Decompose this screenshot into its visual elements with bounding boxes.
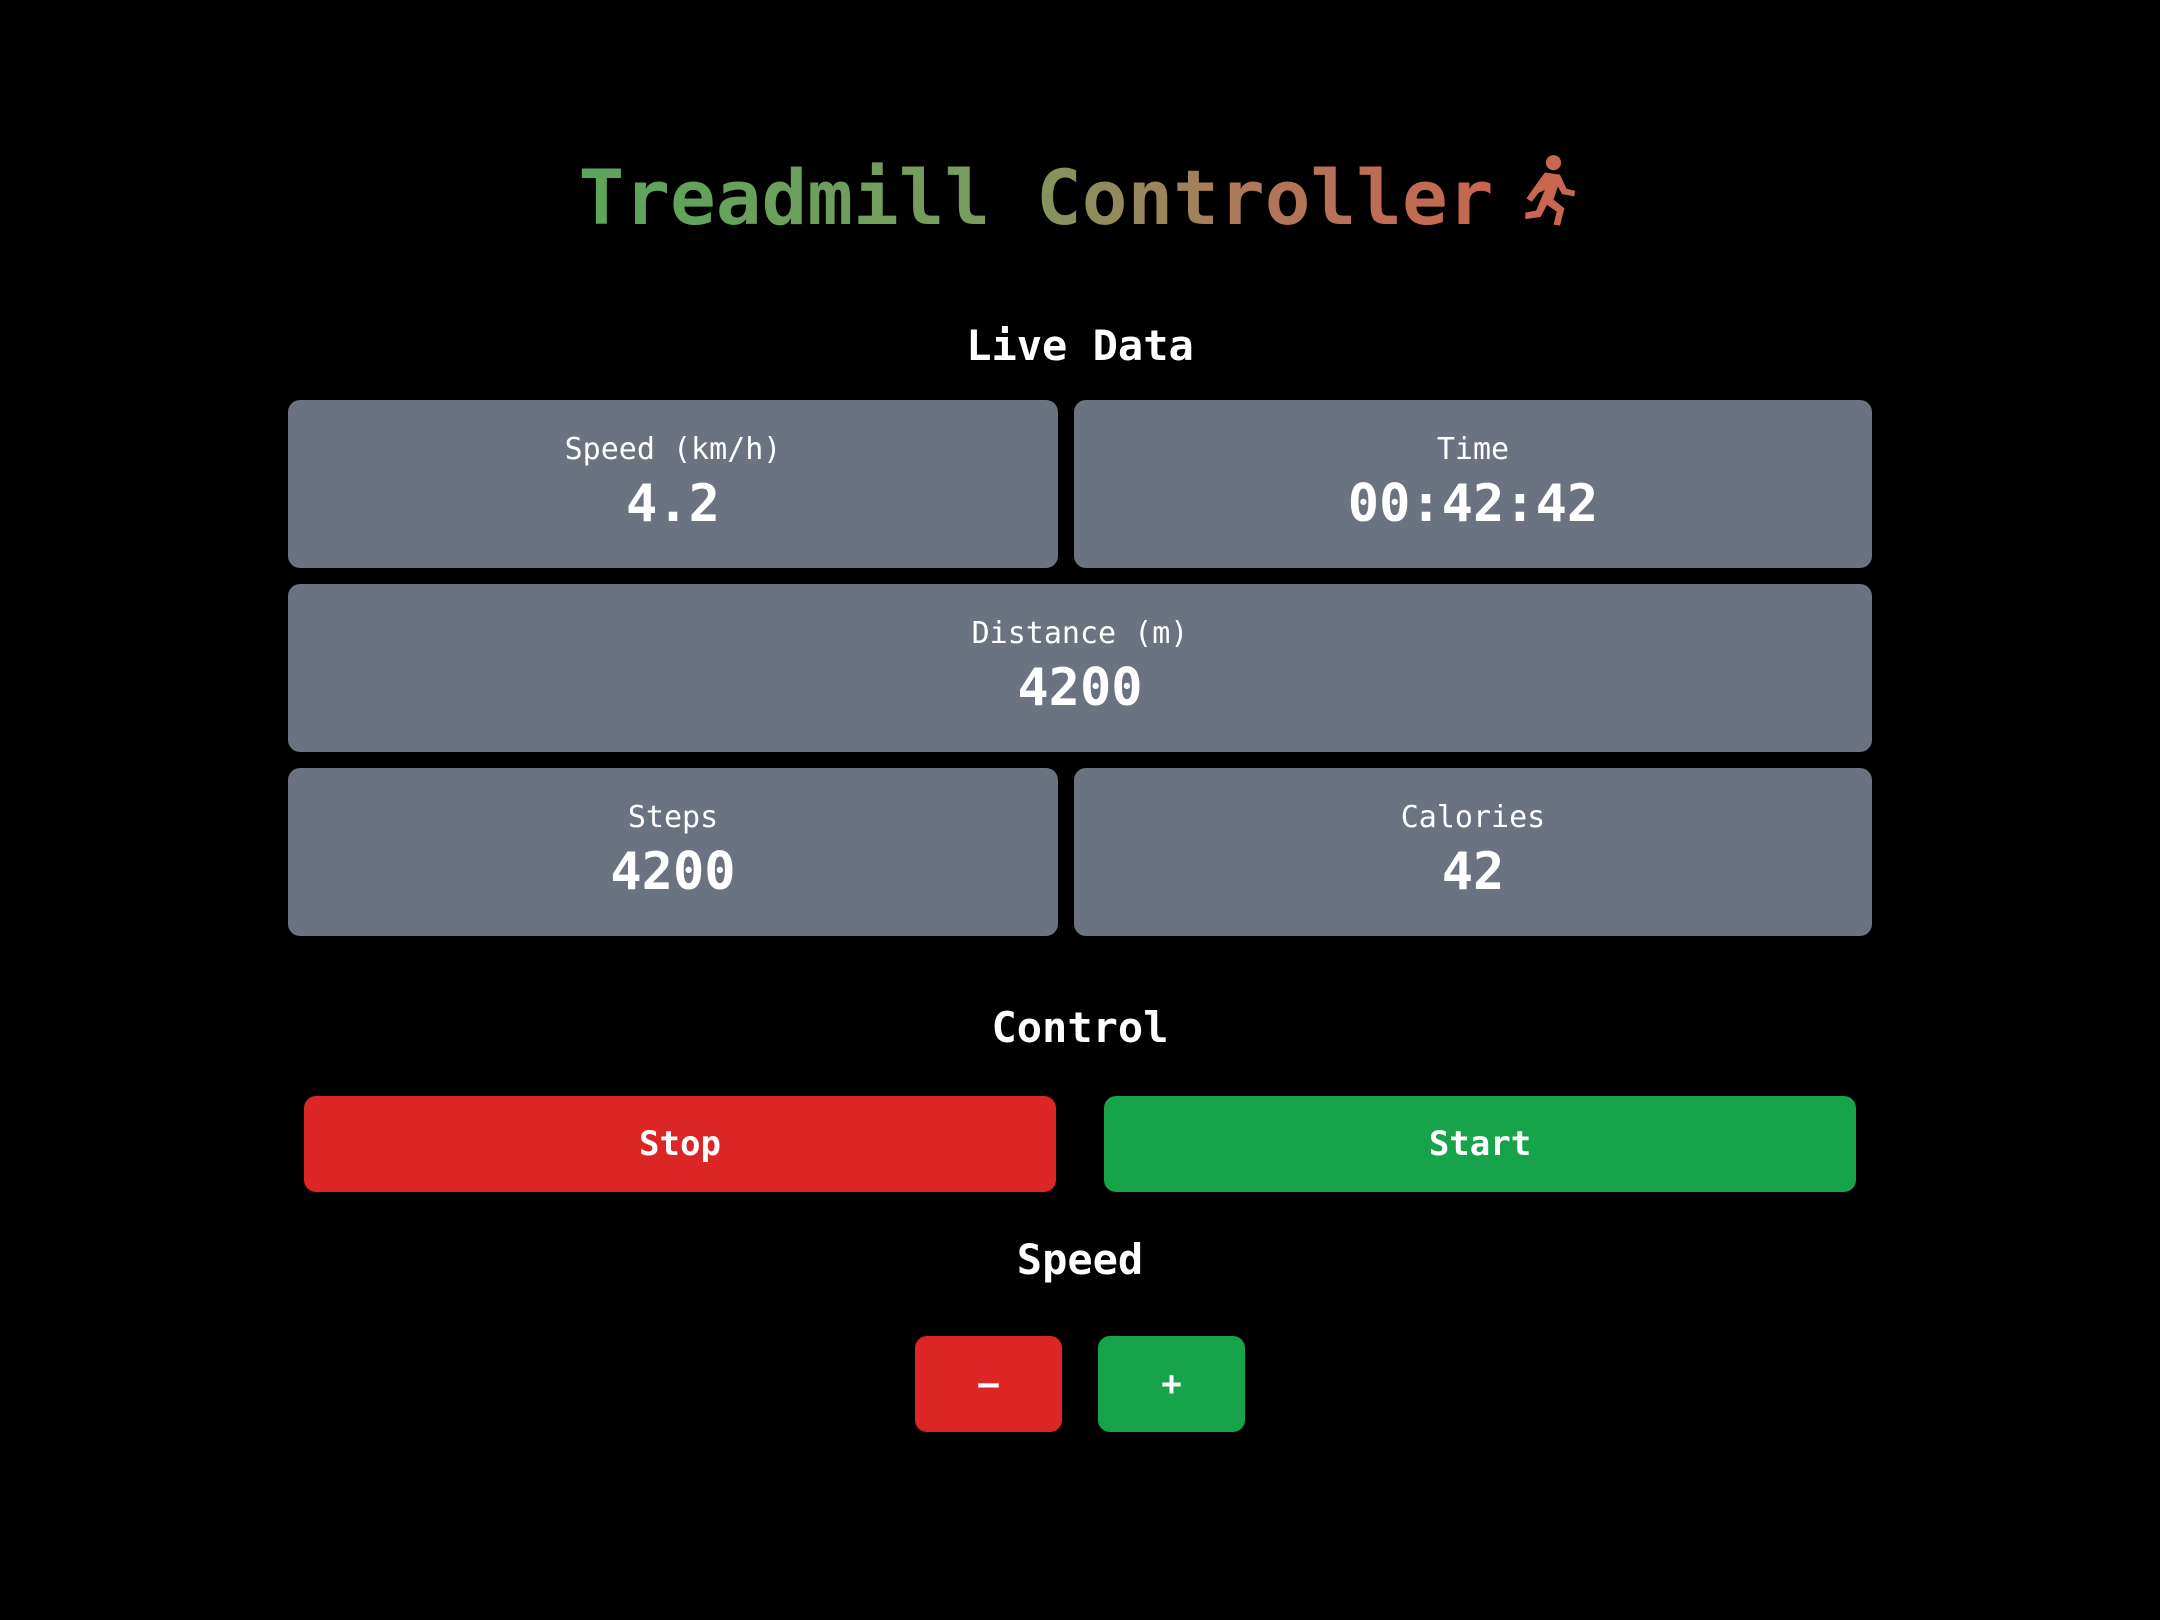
distance-value: 4200	[1017, 658, 1143, 718]
treadmill-app: Treadmill Controller Live Data Speed (km…	[0, 0, 2160, 1620]
speed-card: Speed (km/h) 4.2	[288, 400, 1058, 568]
speed-value: 4.2	[626, 474, 720, 534]
page-title: Treadmill Controller	[0, 148, 2160, 248]
time-card: Time 00:42:42	[1074, 400, 1872, 568]
steps-value: 4200	[610, 842, 736, 902]
time-label: Time	[1436, 432, 1510, 467]
stop-button[interactable]: Stop	[304, 1096, 1056, 1192]
time-value: 00:42:42	[1347, 474, 1599, 534]
start-button[interactable]: Start	[1104, 1096, 1856, 1192]
page-title-text: Treadmill Controller	[578, 153, 1494, 242]
speed-heading: Speed	[1016, 1235, 1144, 1284]
distance-label: Distance (m)	[971, 616, 1189, 651]
speed-increase-button[interactable]: +	[1098, 1336, 1245, 1432]
speed-label: Speed (km/h)	[564, 432, 782, 467]
calories-value: 42	[1441, 842, 1505, 902]
running-person-icon	[1524, 155, 1575, 226]
steps-card: Steps 4200	[288, 768, 1058, 936]
control-heading: Control	[991, 1003, 1169, 1052]
steps-label: Steps	[627, 800, 719, 835]
calories-label: Calories	[1400, 800, 1546, 835]
speed-decrease-button[interactable]: –	[915, 1336, 1062, 1432]
distance-card: Distance (m) 4200	[288, 584, 1872, 752]
live-data-heading: Live Data	[966, 321, 1194, 370]
calories-card: Calories 42	[1074, 768, 1872, 936]
